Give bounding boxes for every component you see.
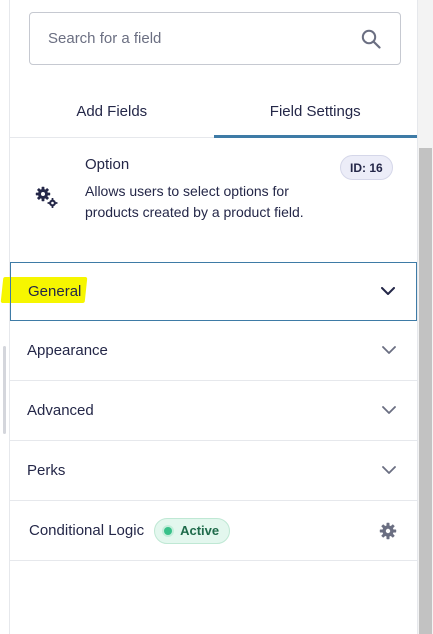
field-info-panel: Option Allows users to select options fo… [10, 139, 417, 262]
conditional-logic-label: Conditional Logic [29, 522, 145, 539]
chevron-down-icon[interactable] [380, 284, 396, 300]
section-advanced[interactable]: Advanced [10, 381, 417, 441]
status-badge: Active [154, 517, 231, 544]
conditional-logic-group: Conditional Logic Active [29, 517, 231, 544]
tab-field-settings[interactable]: Field Settings [213, 86, 418, 138]
form-editor-sidebar: Add Fields Field Settings [0, 0, 433, 634]
scrollbar-thumb[interactable] [419, 148, 432, 634]
left-scroll-indicator[interactable] [3, 346, 6, 434]
field-id-badge: ID: 16 [340, 155, 393, 180]
field-description: Allows users to select options for produ… [85, 183, 304, 220]
chevron-down-icon[interactable] [381, 343, 397, 359]
search-input[interactable] [48, 30, 360, 47]
sidebar-tabs: Add Fields Field Settings [10, 86, 417, 138]
tab-add-fields[interactable]: Add Fields [10, 86, 214, 137]
field-title: Option [85, 156, 130, 173]
section-general[interactable]: General [10, 262, 417, 321]
section-appearance[interactable]: Appearance [10, 321, 417, 381]
section-perks-label: Perks [27, 462, 66, 479]
section-appearance-label: Appearance [27, 342, 108, 359]
chevron-down-icon[interactable] [381, 403, 397, 419]
search-icon[interactable] [360, 28, 382, 50]
search-box[interactable] [29, 12, 401, 65]
section-perks[interactable]: Perks [10, 441, 417, 501]
section-advanced-label: Advanced [27, 402, 94, 419]
status-text: Active [180, 523, 220, 538]
status-dot-icon [164, 526, 173, 535]
chevron-down-icon[interactable] [381, 463, 397, 479]
section-general-label: General [28, 283, 82, 300]
gear-icon[interactable] [379, 522, 397, 540]
section-conditional-logic[interactable]: Conditional Logic Active [10, 501, 417, 561]
gears-icon [34, 185, 60, 211]
